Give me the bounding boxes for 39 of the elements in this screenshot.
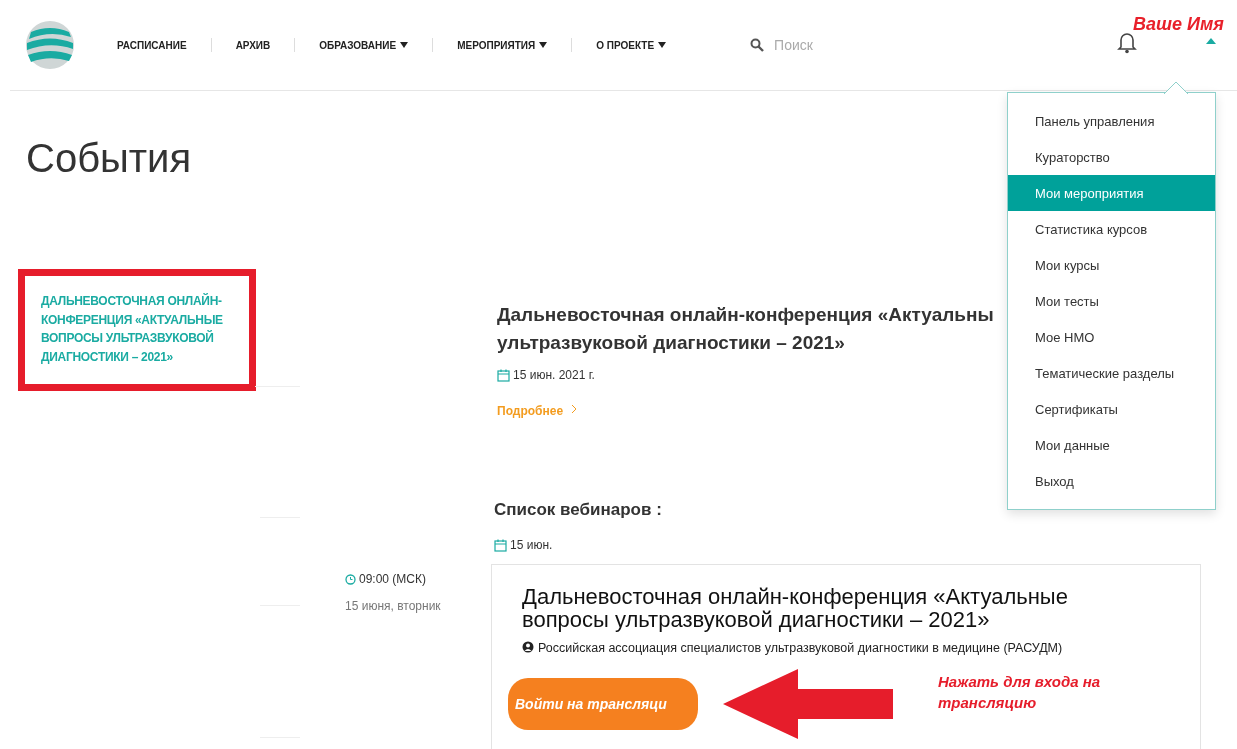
calendar-icon [497,368,510,382]
event-title-line: ультразвуковой диагностики – 2021» [497,330,845,355]
caret-icon [400,42,409,48]
menu-item[interactable]: Мои курсы [1008,247,1215,283]
clock-icon [345,573,356,585]
calendar-icon [494,538,507,552]
nav-link[interactable]: О ПРОЕКТЕ [571,38,691,52]
nav-link[interactable]: ОБРАЗОВАНИЕ [294,38,433,52]
menu-item[interactable]: Мои тесты [1008,283,1215,319]
webinar-day: 15 июня, вторник [345,599,494,614]
menu-item[interactable]: Выход [1008,463,1215,499]
menu-item[interactable]: Панель управления [1008,103,1215,139]
menu-item[interactable]: Сертификаты [1008,391,1215,427]
menu-item[interactable]: Мое НМО [1008,319,1215,355]
webinar-title: Дальневосточная онлайн-конференция «Актуальные вопросы ультразвуковой диагностики – 2021» [522,585,1069,632]
user-name[interactable]: Ваше Имя [1133,14,1224,35]
section-heading: Список вебинаров : [494,500,662,521]
menu-item[interactable]: Статистика курсов [1008,211,1215,247]
organizer-text: Российская ассоциация специалистов ультразвуковой диагностики в медицине (РАСУДМ) [538,641,1064,656]
caret-icon [658,42,667,48]
search-icon [750,38,765,52]
event-date: 15 июн. 2021 г. [513,368,595,383]
menu-item[interactable]: Кураторство [1008,139,1215,175]
page-title: События [26,136,192,181]
person-icon [522,641,534,654]
webinar-time: 09:00 (МСК) [359,572,426,587]
nav-link[interactable]: МЕРОПРИЯТИЯ [432,38,572,52]
webinar-date: 15 июн. [510,538,553,553]
caret-icon [1206,38,1216,44]
menu-item[interactable]: Тематические разделы [1008,355,1215,391]
nav-link[interactable]: РАСПИСАНИЕ [93,38,211,52]
chevron-icon [571,404,578,415]
logo-icon [25,20,75,70]
nav-link[interactable]: АРХИВ [210,38,295,52]
menu-item[interactable]: Мои данные [1008,427,1215,463]
caret-icon [539,42,548,48]
event-title-line: Дальневосточная онлайн-конференция «Актуальны [497,303,994,327]
annotation-text: Нажать для входа на трансляцию [938,671,1102,714]
bell-icon[interactable] [1117,30,1137,54]
